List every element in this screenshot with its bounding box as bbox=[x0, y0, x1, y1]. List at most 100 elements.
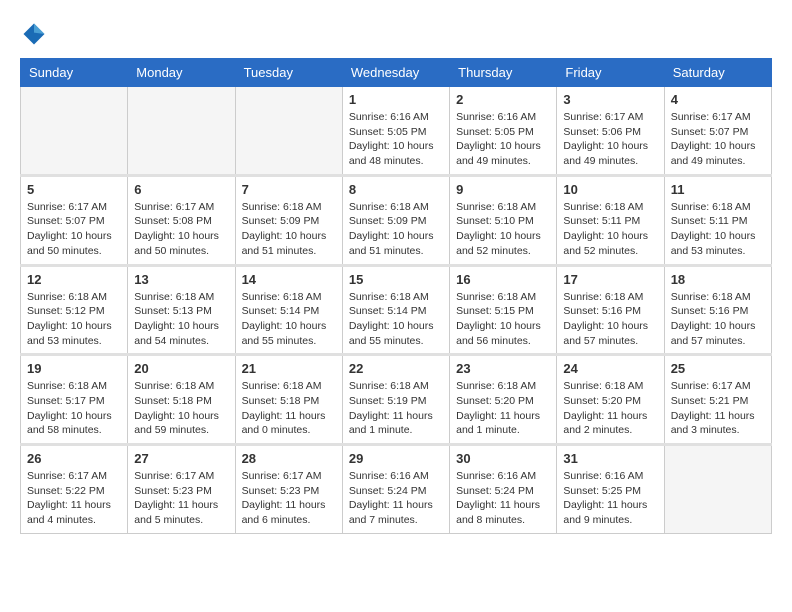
day-info: Sunrise: 6:16 AM Sunset: 5:05 PM Dayligh… bbox=[349, 110, 443, 169]
day-number: 19 bbox=[27, 361, 121, 376]
day-info: Sunrise: 6:18 AM Sunset: 5:20 PM Dayligh… bbox=[456, 379, 550, 438]
calendar-cell: 10Sunrise: 6:18 AM Sunset: 5:11 PM Dayli… bbox=[557, 175, 664, 265]
page-header bbox=[20, 20, 772, 48]
day-number: 26 bbox=[27, 451, 121, 466]
calendar-cell: 16 Sunrise: 6:18 AM Sunset: 5:15 PM Dayli… bbox=[450, 265, 557, 355]
week-row-1: 1 Sunrise: 6:16 AM Sunset: 5:05 PM Daylig… bbox=[21, 87, 772, 176]
day-info: Sunrise: 6:17 AM Sunset: 5:07 PM Dayligh… bbox=[27, 200, 121, 259]
day-number: 22 bbox=[349, 361, 443, 376]
calendar-cell bbox=[664, 445, 771, 534]
day-info: Sunrise: 6:18 AM Sunset: 5:15 PM Dayligh… bbox=[456, 290, 550, 349]
calendar-cell bbox=[235, 87, 342, 176]
calendar-cell bbox=[21, 87, 128, 176]
calendar-cell: 24Sunrise: 6:18 AM Sunset: 5:20 PM Dayli… bbox=[557, 355, 664, 445]
week-row-5: 26 Sunrise: 6:17 AM Sunset: 5:22 PM Dayli… bbox=[21, 445, 772, 534]
day-number: 11 bbox=[671, 182, 765, 197]
day-info: Sunrise: 6:18 AM Sunset: 5:13 PM Dayligh… bbox=[134, 290, 228, 349]
calendar-cell: 31Sunrise: 6:16 AM Sunset: 5:25 PM Dayli… bbox=[557, 445, 664, 534]
calendar: SundayMondayTuesdayWednesdayThursdayFrid… bbox=[20, 58, 772, 534]
day-number: 1 bbox=[349, 92, 443, 107]
day-info: Sunrise: 6:17 AM Sunset: 5:21 PM Dayligh… bbox=[671, 379, 765, 438]
day-header-monday: Monday bbox=[128, 59, 235, 87]
day-header-tuesday: Tuesday bbox=[235, 59, 342, 87]
day-number: 6 bbox=[134, 182, 228, 197]
calendar-cell: 12 Sunrise: 6:18 AM Sunset: 5:12 PM Dayli… bbox=[21, 265, 128, 355]
day-info: Sunrise: 6:17 AM Sunset: 5:08 PM Dayligh… bbox=[134, 200, 228, 259]
day-number: 25 bbox=[671, 361, 765, 376]
day-number: 8 bbox=[349, 182, 443, 197]
day-info: Sunrise: 6:18 AM Sunset: 5:19 PM Dayligh… bbox=[349, 379, 443, 438]
day-number: 3 bbox=[563, 92, 657, 107]
day-number: 9 bbox=[456, 182, 550, 197]
day-number: 14 bbox=[242, 272, 336, 287]
calendar-cell: 18Sunrise: 6:18 AM Sunset: 5:16 PM Dayli… bbox=[664, 265, 771, 355]
day-number: 12 bbox=[27, 272, 121, 287]
day-header-sunday: Sunday bbox=[21, 59, 128, 87]
calendar-cell: 13 Sunrise: 6:18 AM Sunset: 5:13 PM Dayli… bbox=[128, 265, 235, 355]
day-info: Sunrise: 6:18 AM Sunset: 5:16 PM Dayligh… bbox=[563, 290, 657, 349]
calendar-cell: 5 Sunrise: 6:17 AM Sunset: 5:07 PM Daylig… bbox=[21, 175, 128, 265]
calendar-cell: 15Sunrise: 6:18 AM Sunset: 5:14 PM Dayli… bbox=[342, 265, 449, 355]
day-number: 30 bbox=[456, 451, 550, 466]
week-row-3: 12 Sunrise: 6:18 AM Sunset: 5:12 PM Dayli… bbox=[21, 265, 772, 355]
day-info: Sunrise: 6:16 AM Sunset: 5:05 PM Dayligh… bbox=[456, 110, 550, 169]
day-info: Sunrise: 6:17 AM Sunset: 5:07 PM Dayligh… bbox=[671, 110, 765, 169]
calendar-cell: 27Sunrise: 6:17 AM Sunset: 5:23 PM Dayli… bbox=[128, 445, 235, 534]
day-number: 31 bbox=[563, 451, 657, 466]
day-info: Sunrise: 6:17 AM Sunset: 5:23 PM Dayligh… bbox=[242, 469, 336, 528]
day-number: 13 bbox=[134, 272, 228, 287]
calendar-cell: 11 Sunrise: 6:18 AM Sunset: 5:11 PM Dayli… bbox=[664, 175, 771, 265]
day-info: Sunrise: 6:18 AM Sunset: 5:14 PM Dayligh… bbox=[242, 290, 336, 349]
day-number: 5 bbox=[27, 182, 121, 197]
day-number: 21 bbox=[242, 361, 336, 376]
logo-icon bbox=[20, 20, 48, 48]
calendar-cell: 21Sunrise: 6:18 AM Sunset: 5:18 PM Dayli… bbox=[235, 355, 342, 445]
day-header-thursday: Thursday bbox=[450, 59, 557, 87]
day-info: Sunrise: 6:17 AM Sunset: 5:23 PM Dayligh… bbox=[134, 469, 228, 528]
calendar-cell: 17 Sunrise: 6:18 AM Sunset: 5:16 PM Dayli… bbox=[557, 265, 664, 355]
day-info: Sunrise: 6:18 AM Sunset: 5:10 PM Dayligh… bbox=[456, 200, 550, 259]
calendar-cell: 14 Sunrise: 6:18 AM Sunset: 5:14 PM Dayli… bbox=[235, 265, 342, 355]
day-header-wednesday: Wednesday bbox=[342, 59, 449, 87]
day-number: 24 bbox=[563, 361, 657, 376]
calendar-cell: 19 Sunrise: 6:18 AM Sunset: 5:17 PM Dayli… bbox=[21, 355, 128, 445]
day-info: Sunrise: 6:18 AM Sunset: 5:09 PM Dayligh… bbox=[242, 200, 336, 259]
calendar-cell: 8Sunrise: 6:18 AM Sunset: 5:09 PM Daylig… bbox=[342, 175, 449, 265]
calendar-cell: 23 Sunrise: 6:18 AM Sunset: 5:20 PM Dayli… bbox=[450, 355, 557, 445]
calendar-cell: 3 Sunrise: 6:17 AM Sunset: 5:06 PM Daylig… bbox=[557, 87, 664, 176]
calendar-cell: 29 Sunrise: 6:16 AM Sunset: 5:24 PM Dayli… bbox=[342, 445, 449, 534]
calendar-cell: 6 Sunrise: 6:17 AM Sunset: 5:08 PM Daylig… bbox=[128, 175, 235, 265]
day-number: 23 bbox=[456, 361, 550, 376]
day-info: Sunrise: 6:18 AM Sunset: 5:17 PM Dayligh… bbox=[27, 379, 121, 438]
day-info: Sunrise: 6:16 AM Sunset: 5:24 PM Dayligh… bbox=[349, 469, 443, 528]
calendar-cell: 30 Sunrise: 6:16 AM Sunset: 5:24 PM Dayli… bbox=[450, 445, 557, 534]
day-info: Sunrise: 6:18 AM Sunset: 5:18 PM Dayligh… bbox=[134, 379, 228, 438]
day-number: 18 bbox=[671, 272, 765, 287]
calendar-cell: 4 Sunrise: 6:17 AM Sunset: 5:07 PM Daylig… bbox=[664, 87, 771, 176]
calendar-cell: 7 Sunrise: 6:18 AM Sunset: 5:09 PM Daylig… bbox=[235, 175, 342, 265]
day-info: Sunrise: 6:18 AM Sunset: 5:12 PM Dayligh… bbox=[27, 290, 121, 349]
week-row-2: 5 Sunrise: 6:17 AM Sunset: 5:07 PM Daylig… bbox=[21, 175, 772, 265]
calendar-cell: 1 Sunrise: 6:16 AM Sunset: 5:05 PM Daylig… bbox=[342, 87, 449, 176]
week-row-4: 19 Sunrise: 6:18 AM Sunset: 5:17 PM Dayli… bbox=[21, 355, 772, 445]
day-number: 17 bbox=[563, 272, 657, 287]
day-number: 28 bbox=[242, 451, 336, 466]
calendar-cell: 25 Sunrise: 6:17 AM Sunset: 5:21 PM Dayli… bbox=[664, 355, 771, 445]
calendar-cell bbox=[128, 87, 235, 176]
calendar-cell: 26 Sunrise: 6:17 AM Sunset: 5:22 PM Dayli… bbox=[21, 445, 128, 534]
day-info: Sunrise: 6:17 AM Sunset: 5:06 PM Dayligh… bbox=[563, 110, 657, 169]
calendar-cell: 28 Sunrise: 6:17 AM Sunset: 5:23 PM Dayli… bbox=[235, 445, 342, 534]
days-header-row: SundayMondayTuesdayWednesdayThursdayFrid… bbox=[21, 59, 772, 87]
day-info: Sunrise: 6:18 AM Sunset: 5:11 PM Dayligh… bbox=[671, 200, 765, 259]
day-number: 4 bbox=[671, 92, 765, 107]
day-number: 10 bbox=[563, 182, 657, 197]
day-number: 16 bbox=[456, 272, 550, 287]
day-info: Sunrise: 6:16 AM Sunset: 5:24 PM Dayligh… bbox=[456, 469, 550, 528]
calendar-cell: 9 Sunrise: 6:18 AM Sunset: 5:10 PM Daylig… bbox=[450, 175, 557, 265]
logo bbox=[20, 20, 52, 48]
day-info: Sunrise: 6:17 AM Sunset: 5:22 PM Dayligh… bbox=[27, 469, 121, 528]
day-number: 29 bbox=[349, 451, 443, 466]
calendar-cell: 22 Sunrise: 6:18 AM Sunset: 5:19 PM Dayli… bbox=[342, 355, 449, 445]
calendar-cell: 2Sunrise: 6:16 AM Sunset: 5:05 PM Daylig… bbox=[450, 87, 557, 176]
day-number: 7 bbox=[242, 182, 336, 197]
